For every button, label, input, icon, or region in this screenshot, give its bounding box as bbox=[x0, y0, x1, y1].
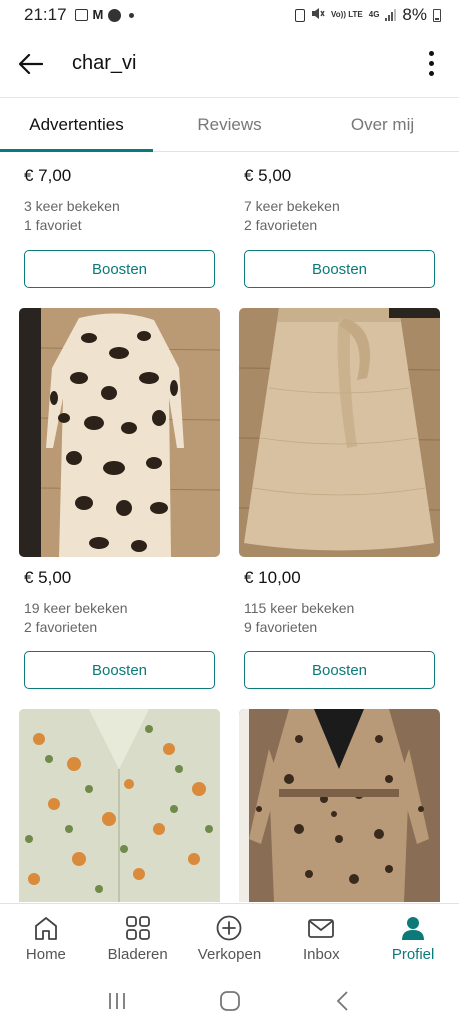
battery-percentage: 8% bbox=[402, 5, 427, 24]
home-circle-icon bbox=[219, 991, 240, 1011]
nav-bladeren[interactable]: Bladeren bbox=[92, 904, 184, 978]
app-bar: char_vi bbox=[0, 30, 459, 98]
listing-price: € 5,00 bbox=[244, 166, 292, 185]
kebab-dot-icon bbox=[428, 71, 434, 76]
page-title: char_vi bbox=[72, 52, 137, 74]
listing-favorites: 1 favoriet bbox=[24, 217, 82, 233]
battery-saver-icon bbox=[295, 8, 306, 22]
status-time: 21:17 bbox=[24, 5, 67, 24]
nav-inbox[interactable]: Inbox bbox=[275, 904, 367, 978]
listing-card[interactable]: € 5,00 19 keer bekeken 2 favorieten bbox=[24, 568, 225, 637]
nav-bladeren-label: Bladeren bbox=[107, 946, 168, 963]
profile-icon bbox=[402, 917, 425, 940]
system-navigation-bar bbox=[0, 978, 459, 1024]
status-bar: 21:17 M Vo)) LTE 4G 8% bbox=[0, 0, 459, 30]
listing-views: 115 keer bekeken bbox=[244, 600, 355, 616]
home-system-button[interactable] bbox=[210, 986, 250, 1016]
home-icon bbox=[34, 917, 57, 940]
tab-advertenties[interactable]: Advertenties bbox=[0, 98, 153, 152]
kebab-dot-icon bbox=[428, 61, 434, 66]
boost-button[interactable]: Boosten bbox=[24, 651, 215, 689]
gallery-notification-icon bbox=[74, 9, 88, 21]
listing-card[interactable]: € 7,00 3 keer bekeken 1 favoriet bbox=[24, 166, 225, 235]
mute-icon bbox=[311, 7, 325, 23]
arrow-left-icon bbox=[19, 53, 43, 74]
recent-apps-button[interactable] bbox=[97, 986, 137, 1016]
profile-tabs: Advertenties Reviews Over mij bbox=[0, 98, 459, 152]
listing-views: 3 keer bekeken bbox=[24, 198, 120, 214]
back-button[interactable] bbox=[4, 37, 58, 91]
listing-price: € 7,00 bbox=[24, 166, 72, 185]
back-system-button[interactable] bbox=[323, 986, 363, 1016]
listing-card[interactable]: € 5,00 7 keer bekeken 2 favorieten bbox=[244, 166, 445, 235]
listing-price: € 10,00 bbox=[244, 568, 301, 587]
chevron-left-icon bbox=[336, 991, 348, 1011]
nav-home-label: Home bbox=[25, 946, 66, 963]
tab-over-mij[interactable]: Over mij bbox=[306, 98, 459, 151]
listing-photo-floral-shirt[interactable] bbox=[19, 709, 220, 902]
tab-reviews[interactable]: Reviews bbox=[153, 98, 306, 151]
boost-button[interactable]: Boosten bbox=[24, 250, 215, 288]
battery-icon bbox=[433, 8, 441, 22]
nav-profiel-label: Profiel bbox=[391, 946, 435, 963]
volte-indicator: Vo)) LTE bbox=[331, 10, 363, 19]
signal-icon bbox=[385, 9, 397, 21]
gmail-notification-icon: M bbox=[92, 7, 104, 22]
listing-photo-beige-skirt[interactable] bbox=[239, 308, 440, 557]
plus-circle-icon bbox=[217, 915, 242, 941]
nav-profiel[interactable]: Profiel bbox=[367, 904, 459, 978]
nav-verkopen[interactable]: Verkopen bbox=[184, 904, 276, 978]
boost-button[interactable]: Boosten bbox=[244, 250, 435, 288]
more-notifications-dot-icon bbox=[129, 12, 135, 18]
app-notification-icon bbox=[108, 8, 122, 22]
network-type: 4G bbox=[368, 10, 380, 19]
more-options-button[interactable] bbox=[411, 37, 451, 91]
listing-favorites: 9 favorieten bbox=[244, 619, 318, 635]
listing-favorites: 2 favorieten bbox=[244, 217, 318, 233]
bottom-navigation: Home Bladeren Verkopen Inbox Profiel bbox=[0, 903, 459, 978]
listing-photo-leopard-dress[interactable] bbox=[19, 308, 220, 557]
envelope-icon bbox=[308, 919, 335, 938]
boost-button[interactable]: Boosten bbox=[244, 651, 435, 689]
kebab-dot-icon bbox=[428, 51, 434, 56]
listings-grid: € 7,00 3 keer bekeken 1 favoriet Boosten… bbox=[0, 152, 459, 902]
listing-price: € 5,00 bbox=[24, 568, 72, 587]
nav-inbox-label: Inbox bbox=[302, 946, 340, 963]
grid-icon bbox=[125, 916, 150, 940]
listing-views: 7 keer bekeken bbox=[244, 198, 340, 214]
listing-views: 19 keer bekeken bbox=[24, 600, 128, 616]
nav-verkopen-label: Verkopen bbox=[197, 946, 262, 963]
listing-card[interactable]: € 10,00 115 keer bekeken 9 favorieten bbox=[244, 568, 445, 637]
nav-home[interactable]: Home bbox=[0, 904, 92, 978]
listing-favorites: 2 favorieten bbox=[24, 619, 98, 635]
recent-apps-icon bbox=[108, 993, 125, 1009]
listing-photo-leopard-wrap-dress[interactable] bbox=[239, 709, 440, 902]
